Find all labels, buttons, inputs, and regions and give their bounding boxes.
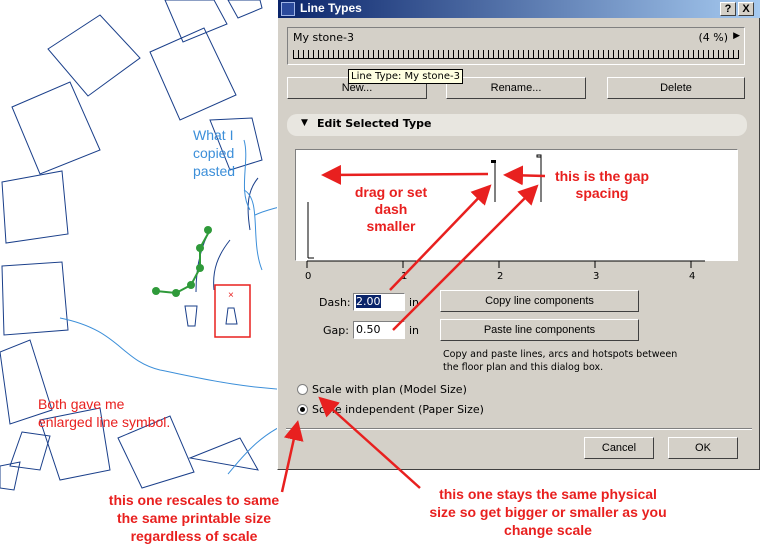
annotation-physical: this one stays the same physical size so… — [429, 486, 667, 538]
dash-handle-marker — [491, 160, 496, 163]
help-text: Copy and paste lines, arcs and hotspots … — [443, 349, 678, 373]
annotation-line — [59, 317, 297, 391]
plan-symbol — [225, 307, 238, 325]
plan-curve — [195, 229, 211, 293]
ruler-label: 1 — [401, 271, 408, 282]
line-type-name: My stone-3 — [293, 31, 354, 44]
app-icon — [281, 2, 295, 16]
divider — [286, 428, 752, 430]
ok-button[interactable]: OK — [668, 437, 738, 459]
radio-paper-size-label: Scale independent (Paper Size) — [312, 403, 484, 416]
dash-input[interactable]: 2.00 — [353, 293, 405, 311]
triangle-down-icon: ▼ — [301, 118, 308, 128]
line-type-selector[interactable]: My stone-3 (4 %) ▶ — [287, 27, 745, 65]
annotation-both: Both gave me enlarged line symbol. — [38, 396, 171, 430]
gap-label: Gap: — [323, 324, 349, 337]
plan-shape — [188, 437, 259, 471]
ruler-label: 3 — [593, 271, 600, 282]
radio-paper-size[interactable] — [297, 404, 308, 415]
chevron-right-icon: ▶ — [733, 31, 740, 41]
plan-shape — [11, 81, 101, 175]
radio-model-size[interactable] — [297, 384, 308, 395]
title-bar[interactable]: Line Types ? X — [278, 0, 760, 18]
plan-shape — [1, 261, 69, 336]
close-button[interactable]: X — [738, 2, 754, 16]
dialog-title: Line Types — [300, 1, 362, 15]
rename-button[interactable]: Rename... — [446, 77, 586, 99]
plan-shape — [1, 170, 69, 244]
line-pattern-preview — [293, 50, 739, 59]
gap-unit: in — [409, 324, 420, 337]
edit-section-header[interactable]: ▼ Edit Selected Type — [287, 114, 747, 136]
ruler-label: 2 — [497, 271, 504, 282]
section-title: Edit Selected Type — [317, 117, 432, 130]
annotation-drag: drag or set dash smaller — [354, 184, 428, 234]
dash-unit: in — [409, 296, 420, 309]
line-type-percent: (4 %) — [698, 31, 728, 44]
ruler-label: 0 — [305, 271, 312, 282]
plan-curve — [213, 239, 231, 291]
stone-path — [155, 229, 211, 295]
annotation-copied: What I copied pasted — [193, 127, 236, 179]
help-button[interactable]: ? — [720, 2, 736, 16]
radio-model-size-label: Scale with plan (Model Size) — [312, 383, 467, 396]
plan-shape — [164, 0, 228, 43]
line-type-tooltip: Line Type: My stone-3 — [348, 69, 463, 84]
svg-text:×: × — [228, 290, 234, 301]
gap-input[interactable]: 0.50 — [353, 321, 405, 339]
ruler-label: 4 — [689, 271, 696, 282]
dash-label: Dash: — [319, 296, 351, 309]
annotation-gap: this is the gap spacing — [554, 168, 650, 201]
plan-shape — [47, 14, 141, 97]
paste-line-components-button[interactable]: Paste line components — [440, 319, 639, 341]
line-types-dialog: Line Types ? X My stone-3 (4 %) ▶ New...… — [277, 0, 760, 470]
plan-shape — [9, 431, 51, 471]
plan-shape — [227, 0, 263, 19]
annotation-rescale: this one rescales to same the same print… — [108, 492, 280, 544]
plan-symbol — [184, 305, 198, 327]
ruler — [306, 260, 705, 268]
copy-line-components-button[interactable]: Copy line components — [440, 290, 639, 312]
cancel-button[interactable]: Cancel — [584, 437, 654, 459]
plan-shape — [149, 27, 237, 121]
delete-button[interactable]: Delete — [607, 77, 745, 99]
